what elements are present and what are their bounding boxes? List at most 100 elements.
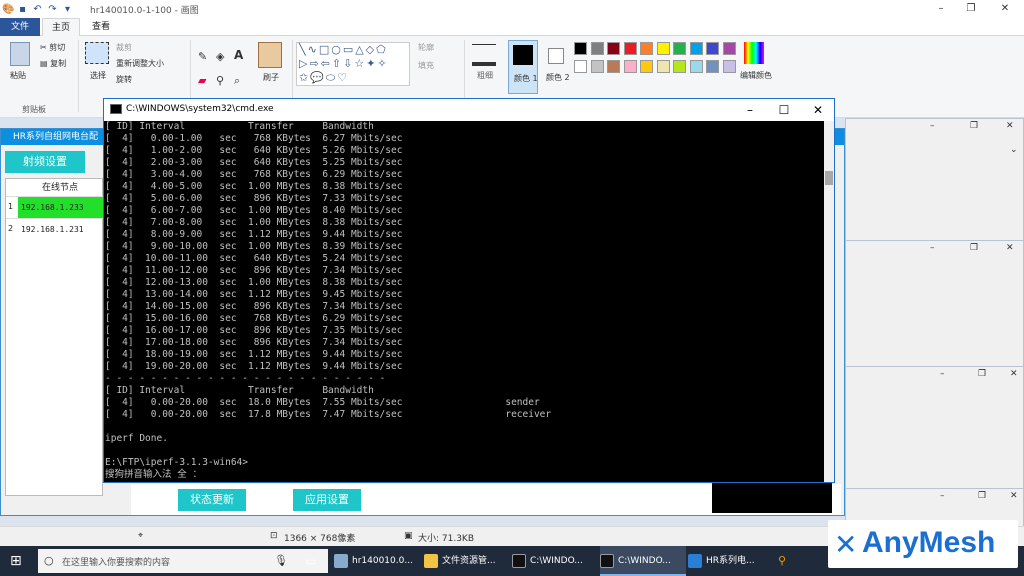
taskbar-item-paint[interactable]: hr140010.0... xyxy=(334,546,420,576)
taskbar-item-hr-app[interactable]: HR系列电... xyxy=(688,546,774,576)
palette-swatch[interactable] xyxy=(689,60,703,73)
copy-icon: ▤ xyxy=(40,59,48,68)
close-button[interactable]: ✕ xyxy=(1010,369,1018,379)
console-line: [ 4] 0.00-1.00 sec 768 KBytes 6.27 Mbits… xyxy=(105,133,403,144)
palette-swatch[interactable] xyxy=(623,60,637,73)
brush-icon[interactable] xyxy=(258,42,282,68)
anymesh-logo: ✕ AnyMesh xyxy=(828,520,1018,568)
shapes-gallery[interactable]: ╲∿□○▭△◇⬠ ▷⇨⇦⇧⇩☆✦✧ ✩💬⬭♡ xyxy=(296,42,410,86)
restore-button[interactable]: ❐ xyxy=(978,491,986,501)
magnifier-icon[interactable]: ⌕ xyxy=(234,74,240,88)
restore-button[interactable]: ❐ xyxy=(978,369,986,379)
eraser-icon[interactable]: ▰ xyxy=(198,74,206,87)
outline-button[interactable]: 轮廓 xyxy=(418,42,434,53)
palette-swatch[interactable] xyxy=(574,60,587,73)
tab-view[interactable]: 查看 xyxy=(82,18,120,36)
palette-swatch[interactable] xyxy=(706,42,719,55)
palette-swatch[interactable] xyxy=(607,60,620,73)
color2-button[interactable]: 颜色 2 xyxy=(544,40,572,94)
palette-swatch[interactable] xyxy=(590,42,604,55)
rotate-button[interactable]: 旋转 xyxy=(116,74,132,85)
size-button[interactable]: 粗细 xyxy=(477,70,493,81)
undo-icon[interactable]: ↶ xyxy=(32,4,43,15)
file-size-icon: ▣ xyxy=(404,531,413,541)
windows-start-icon[interactable]: ⊞ xyxy=(10,553,22,569)
restore-button[interactable]: ❐ xyxy=(956,0,986,18)
console-line: [ 4] 3.00-4.00 sec 768 KBytes 6.29 Mbits… xyxy=(105,169,403,180)
palette-swatch[interactable] xyxy=(689,42,703,55)
taskbar-item-explorer[interactable]: 文件资源管... xyxy=(424,546,510,576)
color-picker-icon[interactable]: ⚲ xyxy=(216,74,224,87)
chevron-down-icon[interactable]: ⌄ xyxy=(1010,145,1018,155)
status-update-button[interactable]: 状态更新 xyxy=(178,489,246,511)
restore-button[interactable]: ❐ xyxy=(970,243,978,253)
scrollbar[interactable] xyxy=(824,121,834,482)
copy-button[interactable]: ▤ 复制 xyxy=(40,58,66,69)
node-ip: 192.168.1.233 xyxy=(18,197,104,218)
palette-swatch[interactable] xyxy=(590,60,604,73)
pencil-icon[interactable]: ✎ xyxy=(198,50,207,63)
close-button[interactable]: ✕ xyxy=(800,99,836,121)
palette-swatch[interactable] xyxy=(722,42,736,55)
search-icon[interactable]: ⚲ xyxy=(778,554,786,567)
tab-home[interactable]: 主页 xyxy=(42,18,80,36)
palette-swatch[interactable] xyxy=(574,42,587,55)
cut-button[interactable]: ✂ 剪切 xyxy=(40,42,65,53)
minimize-button[interactable]: – xyxy=(940,491,945,501)
table-row[interactable]: 2 192.168.1.231 xyxy=(6,218,104,240)
select-icon[interactable] xyxy=(85,42,109,64)
edit-colors-icon[interactable] xyxy=(744,42,764,64)
paste-icon[interactable] xyxy=(10,42,30,66)
tab-rf-settings[interactable]: 射频设置 xyxy=(5,151,85,173)
paste-button[interactable]: 粘贴 xyxy=(10,70,26,81)
palette-swatch[interactable] xyxy=(640,42,653,55)
scrollbar-thumb[interactable] xyxy=(825,171,833,185)
close-button[interactable]: ✕ xyxy=(1006,121,1014,131)
cmd-icon xyxy=(600,553,614,568)
palette-swatch[interactable] xyxy=(706,60,719,73)
fill-icon[interactable]: ◈ xyxy=(216,50,224,63)
select-button[interactable]: 选择 xyxy=(90,70,106,81)
palette-swatch[interactable] xyxy=(656,42,670,55)
size-icon[interactable] xyxy=(472,44,496,66)
customize-toolbar-icon[interactable]: ▾ xyxy=(62,4,73,15)
redo-icon[interactable]: ↷ xyxy=(47,4,58,15)
tab-file[interactable]: 文件 xyxy=(0,18,40,36)
microphone-icon[interactable]: 🎙 xyxy=(274,554,288,567)
search-box[interactable]: ○ 在这里输入你要搜索的内容 🎙 xyxy=(38,549,328,573)
apply-settings-button[interactable]: 应用设置 xyxy=(293,489,361,511)
paint-app-icon xyxy=(334,553,348,568)
minimize-button[interactable]: – xyxy=(732,99,768,121)
resize-button[interactable]: 重新调整大小 xyxy=(116,58,164,69)
maximize-button[interactable]: ☐ xyxy=(766,99,802,121)
minimize-button[interactable]: – xyxy=(940,369,945,379)
close-button[interactable]: ✕ xyxy=(990,0,1020,18)
fill-button[interactable]: 填充 xyxy=(418,60,434,71)
palette-swatch[interactable] xyxy=(673,60,686,73)
edit-colors-button[interactable]: 编辑颜色 xyxy=(740,70,772,81)
ribbon-tabs: 文件 主页 查看 xyxy=(0,18,1024,36)
console-output[interactable]: [ ID] Interval Transfer Bandwidth[ 4] 0.… xyxy=(104,121,824,481)
taskbar-item-cmd-2[interactable]: C:\WINDO... xyxy=(600,546,686,576)
close-button[interactable]: ✕ xyxy=(1010,491,1018,501)
brush-button[interactable]: 刷子 xyxy=(263,72,279,83)
minimize-button[interactable]: – xyxy=(930,121,935,131)
restore-button[interactable]: ❐ xyxy=(970,121,978,131)
save-icon[interactable]: ▪ xyxy=(17,4,28,15)
palette-swatch[interactable] xyxy=(656,60,670,73)
palette-swatch[interactable] xyxy=(640,60,653,73)
minimize-button[interactable]: – xyxy=(926,0,956,18)
minimize-button[interactable]: – xyxy=(930,243,935,253)
taskbar-item-cmd-1[interactable]: C:\WINDO... xyxy=(512,546,598,576)
palette-swatch[interactable] xyxy=(722,60,736,73)
palette-swatch[interactable] xyxy=(623,42,637,55)
palette-swatch[interactable] xyxy=(607,42,620,55)
table-row[interactable]: 1 192.168.1.233 xyxy=(6,196,104,218)
palette-swatch[interactable] xyxy=(673,42,686,55)
crop-button[interactable]: 裁剪 xyxy=(116,42,132,53)
task-view-icon[interactable]: ▭ xyxy=(305,554,316,568)
color1-button[interactable]: 颜色 1 xyxy=(508,40,538,94)
paint-title-bar: 🎨 ▪ ↶ ↷ ▾ hr140010.0-1-100 - 画图 – ❐ ✕ xyxy=(0,0,1024,18)
close-button[interactable]: ✕ xyxy=(1006,243,1014,253)
text-icon[interactable]: A xyxy=(234,48,243,62)
